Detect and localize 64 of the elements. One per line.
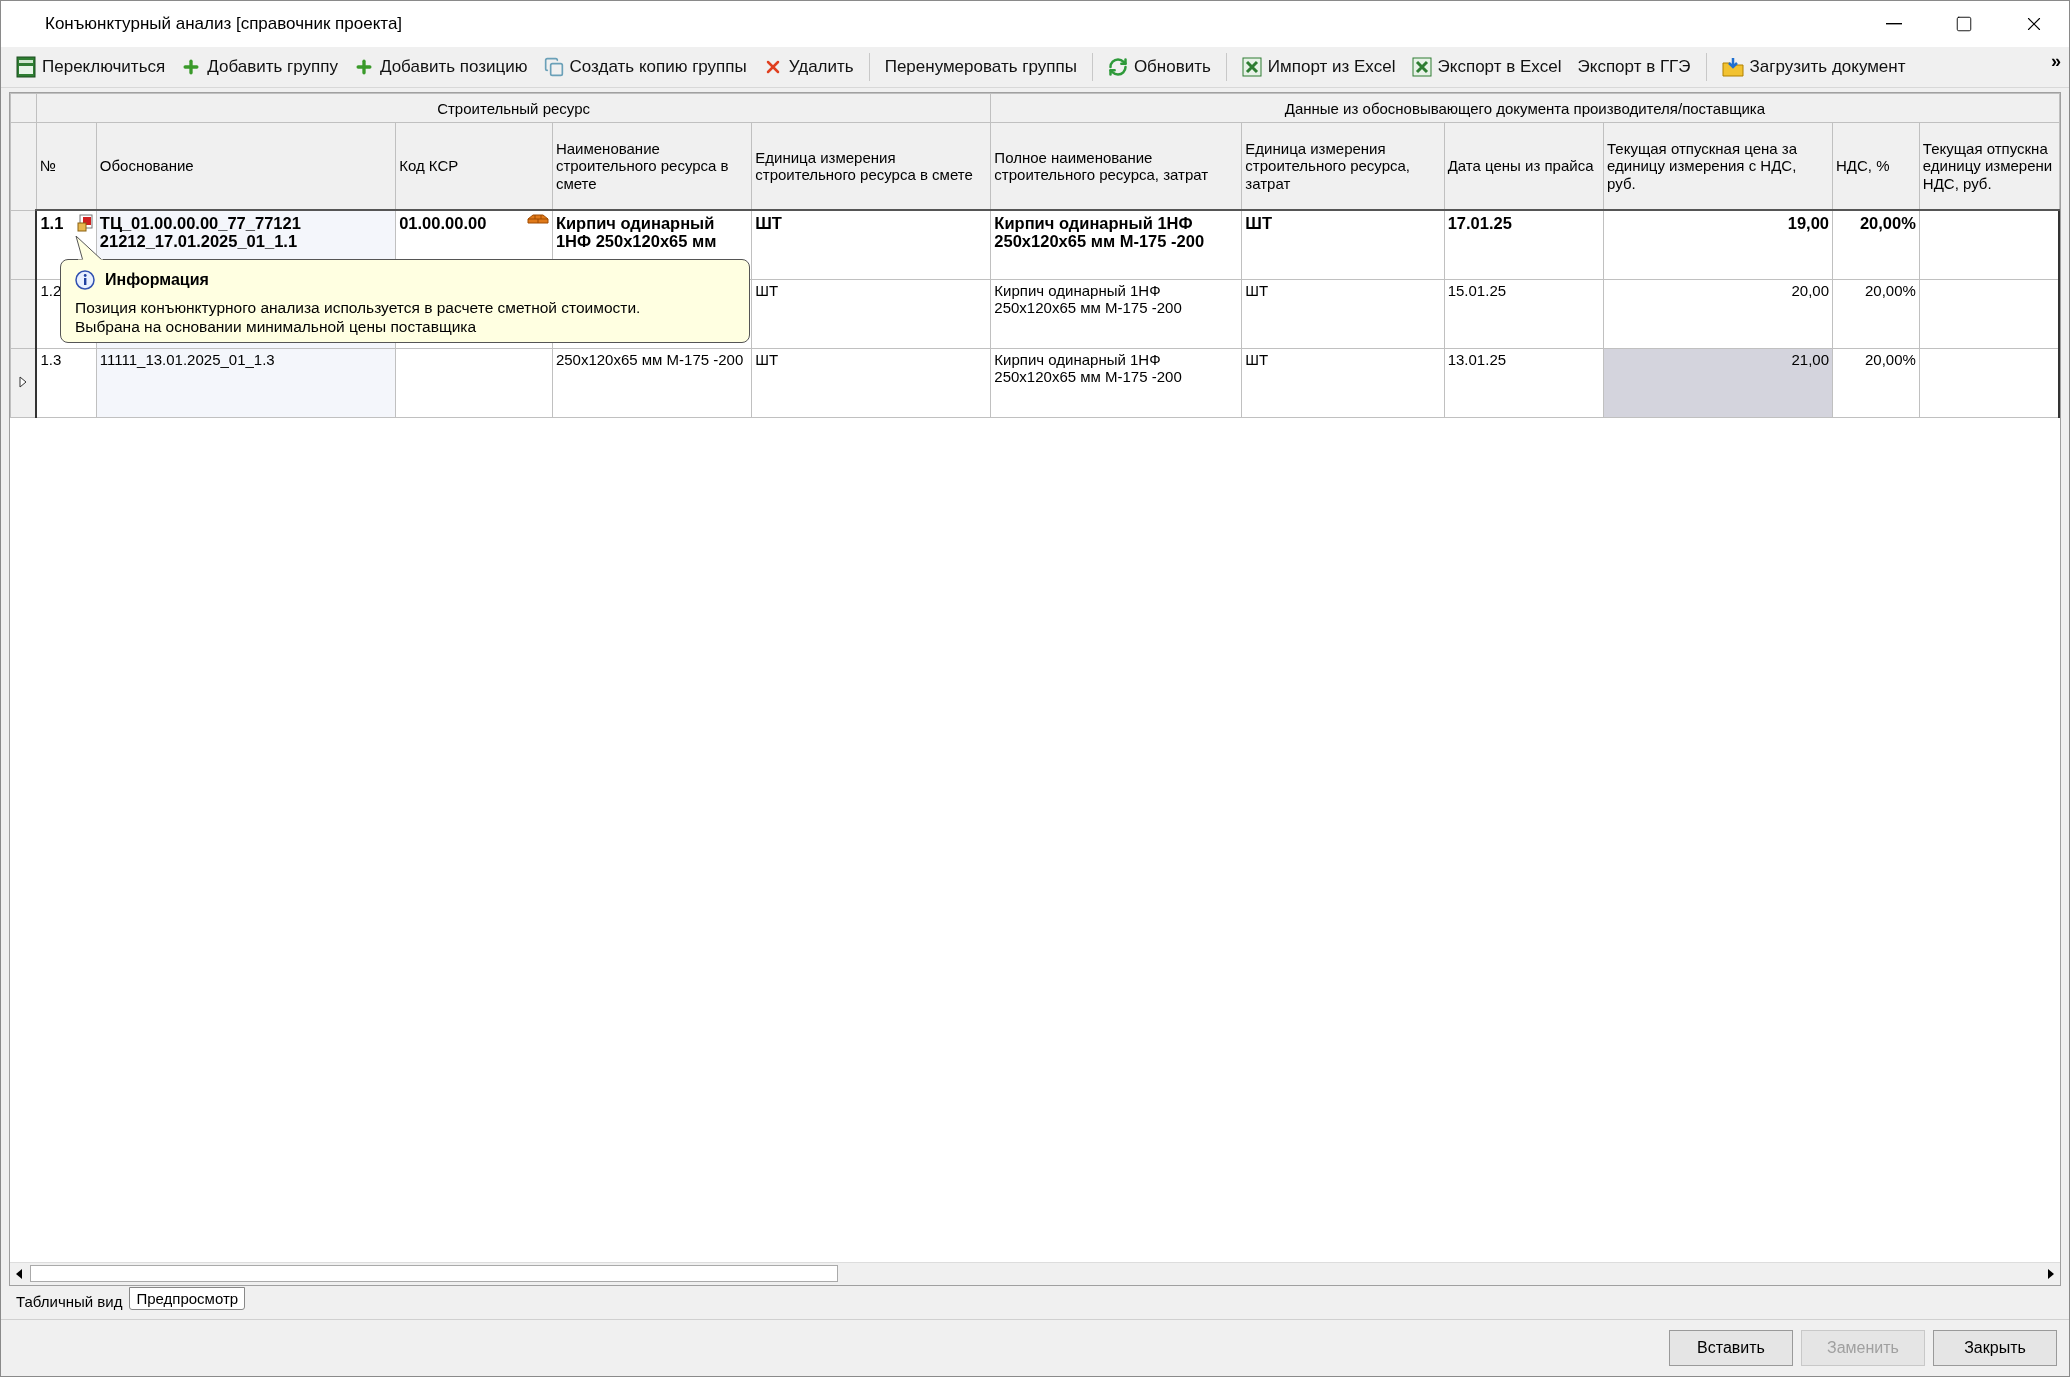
dialog-button[interactable]: Закрыть <box>1933 1330 2057 1366</box>
column-group-header: Строительный ресурс <box>36 93 991 123</box>
toolbar-button[interactable]: Загрузить документ <box>1714 54 1913 80</box>
toolbar-button[interactable]: Импорт из Excel <box>1234 54 1403 80</box>
view-tab[interactable]: Предпросмотр <box>129 1287 246 1310</box>
table-cell: 1.3 <box>36 348 97 418</box>
refresh-icon <box>1107 57 1128 77</box>
toolbar-button[interactable]: Удалить <box>755 54 861 80</box>
table-cell: ШТ <box>751 210 991 280</box>
toolbar-button[interactable]: Создать копию группы <box>536 54 754 80</box>
dialog-button[interactable]: Вставить <box>1669 1330 1793 1366</box>
toolbar-button[interactable]: Экспорт в Excel <box>1404 54 1569 80</box>
maximize-icon <box>1955 15 1973 33</box>
column-header[interactable]: Код КСР <box>395 122 553 210</box>
table-cell: Кирпич одинарный 1НФ 250x120x65 мм М-175 -200 <box>990 279 1242 349</box>
copy-icon <box>543 57 564 77</box>
column-header[interactable]: Единица измерения строительного ресурса, затрат <box>1241 122 1445 210</box>
table-cell: 17.01.25 <box>1444 210 1604 280</box>
table-cell: 19,00 <box>1603 210 1833 280</box>
table-cell: Кирпич одинарный 1НФ 250x120x65 мм М-175 -200 <box>990 210 1242 280</box>
minimize-icon <box>1886 23 1902 25</box>
table-cell: 20,00% <box>1832 348 1920 418</box>
folder-icon <box>1721 57 1744 77</box>
column-header[interactable]: № <box>36 122 97 210</box>
column-header[interactable]: Единица измерения строительного ресурса в смете <box>751 122 991 210</box>
table-cell: 20,00% <box>1832 210 1920 280</box>
spreadsheet-icon <box>1241 57 1262 77</box>
column-header[interactable]: Полное наименование строительного ресурса, затрат <box>990 122 1242 210</box>
spreadsheet-icon <box>16 56 36 78</box>
toolbar-button[interactable]: Экспорт в ГГЭ <box>1570 54 1698 80</box>
table-cell: ШТ <box>1241 279 1445 349</box>
toolbar-button[interactable]: Переключиться <box>9 53 173 81</box>
bricks-icon <box>526 214 549 224</box>
document-icon <box>76 214 93 232</box>
column-header[interactable]: Текущая отпускна единицу измерени НДС, руб. <box>1919 122 2059 210</box>
window-title: Конъюнктурный анализ [справочник проекта] <box>45 14 404 34</box>
table-cell: ШТ <box>751 279 991 349</box>
scroll-left-icon[interactable] <box>14 1268 24 1280</box>
table-cell: 20,00% <box>1832 279 1920 349</box>
column-header[interactable]: Наименование строительного ресурса в смете <box>552 122 752 210</box>
table-cell: ШТ <box>1241 348 1445 418</box>
column-header[interactable]: Текущая отпускная цена за единицу измерения с НДС, руб. <box>1603 122 1833 210</box>
table-cell: 21,00 <box>1603 348 1833 418</box>
toolbar-button[interactable]: Перенумеровать группы <box>877 54 1084 80</box>
info-icon <box>75 270 95 290</box>
table-cell: ШТ <box>1241 210 1445 280</box>
toolbar-overflow-button[interactable]: » <box>2051 51 2061 72</box>
table-cell: 13.01.25 <box>1444 348 1604 418</box>
column-group-header: Данные из обосновывающего документа производителя/поставщика <box>990 93 2059 123</box>
table-cell: ШТ <box>751 348 991 418</box>
spreadsheet-icon <box>1411 57 1432 77</box>
column-header[interactable]: НДС, % <box>1832 122 1920 210</box>
column-header[interactable]: Дата цены из прайса <box>1444 122 1604 210</box>
column-header[interactable]: Обоснование <box>96 122 396 210</box>
table-cell: 20,00 <box>1603 279 1833 349</box>
table-cell: Кирпич одинарный 1НФ 250x120x65 мм М-175 -200 <box>990 348 1242 418</box>
table-cell: 250x120x65 мм М-175 -200 <box>552 348 752 418</box>
table-cell: 11111_13.01.2025_01_1.3 <box>96 348 396 418</box>
scroll-right-icon[interactable] <box>2046 1268 2056 1280</box>
horizontal-scrollbar[interactable] <box>10 1262 2060 1285</box>
table-cell: 15.01.25 <box>1444 279 1604 349</box>
toolbar-button[interactable]: Добавить группу <box>174 54 345 80</box>
toolbar-button[interactable]: Добавить позицию <box>346 54 535 80</box>
toolbar-button[interactable]: Обновить <box>1100 54 1218 80</box>
